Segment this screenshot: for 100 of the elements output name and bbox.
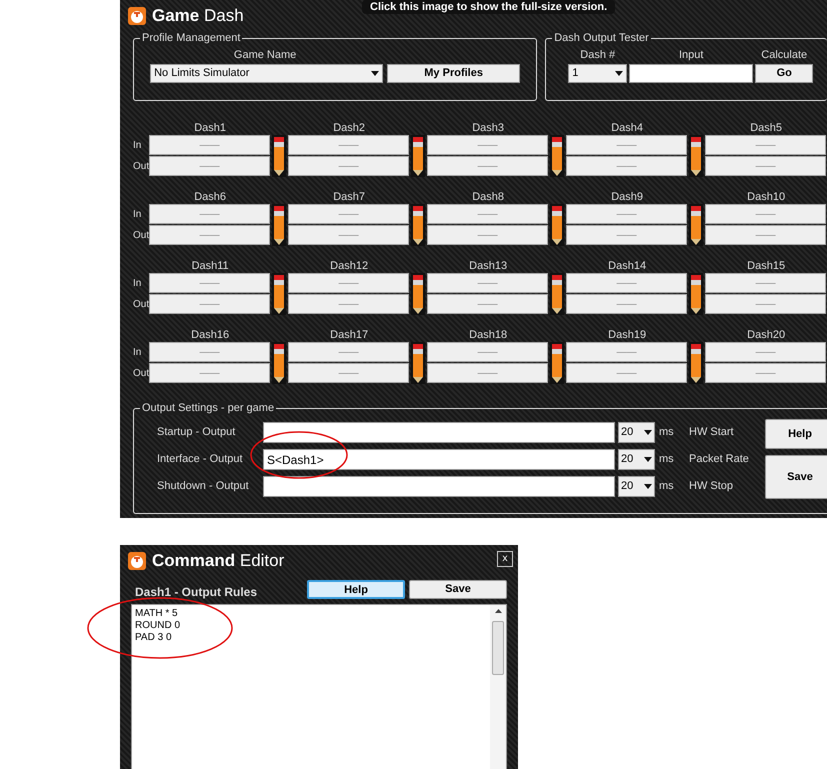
out-label: Out xyxy=(133,229,150,243)
output-field[interactable]: S<Dash1> xyxy=(263,449,615,470)
caret-icon xyxy=(371,71,380,76)
output-field[interactable] xyxy=(263,422,615,443)
pencil-icon[interactable] xyxy=(411,342,426,384)
dash-out-field[interactable]: —— xyxy=(566,225,688,245)
dash-label: Dash8 xyxy=(471,190,506,204)
in-label: In xyxy=(133,277,142,291)
pencil-icon[interactable] xyxy=(550,273,564,315)
pencil-icon[interactable] xyxy=(272,273,286,315)
dash-out-field[interactable]: —— xyxy=(288,363,410,383)
dash-out-field[interactable]: —— xyxy=(427,225,548,245)
dash-in-field[interactable]: —— xyxy=(288,342,410,362)
dash-out-field[interactable]: —— xyxy=(288,225,410,245)
dash-in-field[interactable]: —— xyxy=(288,135,410,155)
caret-icon xyxy=(644,457,652,462)
dash-in-field[interactable]: —— xyxy=(288,204,410,224)
editor-button[interactable]: Save xyxy=(409,580,507,598)
dash-out-field[interactable]: —— xyxy=(149,294,270,314)
dash-out-field[interactable]: —— xyxy=(705,225,826,245)
dash-in-field[interactable]: —— xyxy=(566,204,688,224)
dash-in-field[interactable]: —— xyxy=(566,135,688,155)
scrollbar[interactable] xyxy=(490,605,506,769)
scroll-up-icon[interactable] xyxy=(494,609,502,613)
dash-out-field[interactable]: —— xyxy=(149,363,270,383)
my-profiles-button[interactable]: My Profiles xyxy=(387,64,520,83)
dash-out-field[interactable]: —— xyxy=(149,156,270,176)
dash-out-field[interactable]: —— xyxy=(288,156,410,176)
dash-in-field[interactable]: —— xyxy=(149,273,270,293)
in-label: In xyxy=(133,346,142,360)
dash-out-field[interactable]: —— xyxy=(427,363,548,383)
dash-in-field[interactable]: —— xyxy=(705,204,826,224)
pencil-icon[interactable] xyxy=(689,273,704,315)
pencil-icon[interactable] xyxy=(550,135,564,177)
output-label: Interface - Output xyxy=(156,452,244,468)
window-title: Game Dash xyxy=(152,5,244,28)
dash-out-field[interactable]: —— xyxy=(288,294,410,314)
output-note: Packet Rate xyxy=(689,452,750,468)
pencil-icon[interactable] xyxy=(272,204,286,246)
pencil-icon[interactable] xyxy=(689,342,704,384)
close-button[interactable]: x xyxy=(497,551,513,567)
editor-button[interactable]: Help xyxy=(307,580,405,598)
dash-label: Dash18 xyxy=(468,328,508,342)
pencil-icon[interactable] xyxy=(411,135,426,177)
help-button[interactable]: Help xyxy=(765,419,827,449)
dash-out-field[interactable]: —— xyxy=(566,294,688,314)
dash-label: Dash5 xyxy=(749,121,784,135)
dash-label: Dash2 xyxy=(332,121,366,135)
dash-in-field[interactable]: —— xyxy=(427,135,548,155)
dash-number-dropdown[interactable]: 1 xyxy=(568,64,628,83)
pencil-icon[interactable] xyxy=(689,204,704,246)
output-label: Startup - Output xyxy=(156,425,236,440)
pencil-icon[interactable] xyxy=(689,135,704,177)
pencil-icon[interactable] xyxy=(411,204,426,246)
dash-in-field[interactable]: —— xyxy=(566,273,688,293)
dash-out-field[interactable]: —— xyxy=(566,363,688,383)
pencil-icon[interactable] xyxy=(411,273,426,315)
dash-in-field[interactable]: —— xyxy=(705,273,826,293)
dash-in-field[interactable]: —— xyxy=(149,204,270,224)
save-button[interactable]: Save xyxy=(765,455,827,499)
pencil-icon[interactable] xyxy=(272,342,286,384)
group-legend: Output Settings - per game xyxy=(140,401,276,415)
dash-in-field[interactable]: —— xyxy=(149,342,270,362)
interval-dropdown[interactable]: 20 xyxy=(618,422,655,443)
interval-dropdown[interactable]: 20 xyxy=(618,476,655,497)
pencil-icon[interactable] xyxy=(550,342,564,384)
dash-out-field[interactable]: —— xyxy=(566,156,688,176)
field-label: Game Name xyxy=(234,49,296,62)
pencil-icon[interactable] xyxy=(272,135,286,177)
game-name-dropdown[interactable]: No Limits Simulator xyxy=(150,64,384,83)
unit-label: ms xyxy=(659,452,675,468)
dash-in-field[interactable]: —— xyxy=(705,342,826,362)
unit-label: ms xyxy=(659,479,675,494)
rule-line: ROUND 0 xyxy=(135,620,182,632)
out-label: Out xyxy=(133,160,150,174)
dash-out-field[interactable]: —— xyxy=(427,156,548,176)
dash-in-field[interactable]: —— xyxy=(566,342,688,362)
dash-out-field[interactable]: —— xyxy=(149,225,270,245)
output-field[interactable] xyxy=(263,476,615,497)
dash-in-field[interactable]: —— xyxy=(427,204,548,224)
rule-line: PAD 3 0 xyxy=(135,632,172,644)
dash-in-field[interactable]: —— xyxy=(288,273,410,293)
go-button[interactable]: Go xyxy=(755,64,814,83)
dash-out-field[interactable]: —— xyxy=(705,156,826,176)
output-note: HW Start xyxy=(689,425,735,440)
dash-in-field[interactable]: —— xyxy=(427,342,548,362)
in-label: In xyxy=(133,139,142,153)
stopwatch-logo-icon xyxy=(128,7,146,25)
dash-in-field[interactable]: —— xyxy=(705,135,826,155)
dash-out-field[interactable]: —— xyxy=(705,363,826,383)
interval-dropdown[interactable]: 20 xyxy=(618,449,655,470)
dash-in-field[interactable]: —— xyxy=(427,273,548,293)
dash-out-field[interactable]: —— xyxy=(705,294,826,314)
pencil-icon[interactable] xyxy=(550,204,564,246)
rules-text-area[interactable]: MATH * 5 ROUND 0 PAD 3 0 xyxy=(131,604,507,769)
dash-out-field[interactable]: —— xyxy=(427,294,548,314)
dash-in-field[interactable]: —— xyxy=(149,135,270,155)
input-field[interactable] xyxy=(629,64,754,83)
scroll-thumb[interactable] xyxy=(492,621,504,675)
tooltip: Click this image to show the full-size version. xyxy=(362,0,616,14)
